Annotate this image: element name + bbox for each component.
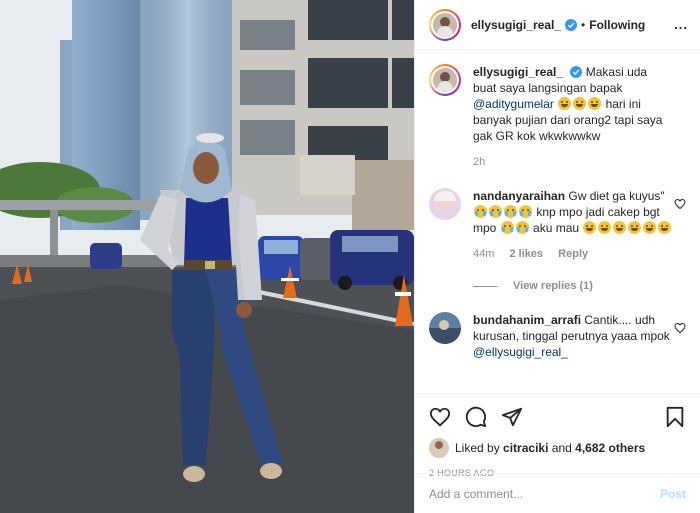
caption-username[interactable]: ellysugigi_real_ bbox=[473, 65, 563, 79]
grin-emoji-icon bbox=[588, 97, 602, 110]
comment: bundahanim_arrafi Cantik.... udh kurusan… bbox=[429, 312, 686, 360]
caption-mention[interactable]: @aditygumelar bbox=[473, 97, 554, 111]
laugh-emoji-icon bbox=[613, 221, 627, 234]
verified-badge-icon bbox=[565, 18, 578, 31]
liker-username[interactable]: citraciki bbox=[503, 441, 548, 455]
likes-summary: Liked by citraciki and 4,682 others bbox=[429, 438, 686, 458]
laugh-emoji-icon bbox=[598, 221, 612, 234]
share-send-icon[interactable] bbox=[501, 406, 523, 428]
replies-divider bbox=[473, 285, 497, 287]
bookmark-save-icon[interactable] bbox=[664, 406, 686, 428]
caption-meta: 2h bbox=[473, 154, 673, 170]
crying-emoji-icon bbox=[500, 221, 514, 234]
comment-likes[interactable]: 2 likes bbox=[509, 248, 543, 260]
author-username[interactable]: ellysugigi_real_ bbox=[471, 18, 561, 32]
comment: nandanyaraihan Gw diet ga kuyus" knp mpo… bbox=[429, 188, 686, 262]
like-comment-heart-icon[interactable] bbox=[674, 322, 686, 334]
comment-mention[interactable]: @ellysugigi_real_ bbox=[473, 345, 568, 359]
commenter-avatar[interactable] bbox=[429, 312, 461, 344]
header-separator: • bbox=[581, 17, 586, 32]
photo-illustration bbox=[0, 0, 414, 513]
following-button[interactable]: Following bbox=[589, 18, 645, 32]
crying-emoji-icon bbox=[515, 221, 529, 234]
add-comment-input[interactable]: Add a comment... bbox=[429, 487, 523, 501]
comment-meta: 44m 2 likes Reply bbox=[473, 246, 673, 262]
comment-text-3: aku mau bbox=[533, 221, 580, 235]
liker-avatar[interactable] bbox=[429, 438, 449, 458]
comment-username[interactable]: nandanyaraihan bbox=[473, 189, 565, 203]
likes-prefix: Liked by bbox=[455, 441, 500, 455]
like-heart-icon[interactable] bbox=[429, 406, 451, 428]
likes-connector: and bbox=[551, 441, 572, 455]
comment-text-1: Gw diet ga kuyus" bbox=[568, 189, 665, 203]
action-icons bbox=[429, 404, 686, 430]
crying-emoji-icon bbox=[504, 205, 517, 218]
laugh-emoji-icon bbox=[628, 221, 642, 234]
laugh-emoji-icon bbox=[583, 221, 597, 234]
instagram-post: ellysugigi_real_ • Following ... ellysug… bbox=[0, 0, 700, 513]
reply-button[interactable]: Reply bbox=[558, 248, 588, 260]
view-replies-label: View replies (1) bbox=[513, 280, 593, 292]
laugh-emoji-icon bbox=[643, 221, 657, 234]
comment-bubble-icon[interactable] bbox=[465, 406, 487, 428]
comments-list[interactable]: ellysugigi_real_ Makasi uda buat saya la… bbox=[415, 50, 700, 393]
caption-body: ellysugigi_real_ Makasi uda buat saya la… bbox=[473, 64, 673, 170]
post-photo[interactable] bbox=[0, 0, 414, 513]
caption-avatar[interactable] bbox=[429, 64, 461, 96]
comment-body: nandanyaraihan Gw diet ga kuyus" knp mpo… bbox=[473, 188, 673, 262]
post-comment-button[interactable]: Post bbox=[660, 487, 686, 501]
crying-emoji-icon bbox=[489, 205, 502, 218]
grin-emoji-icon bbox=[573, 97, 587, 110]
more-options-icon[interactable]: ... bbox=[674, 17, 688, 32]
likes-others-count[interactable]: 4,682 others bbox=[575, 441, 645, 455]
post-header: ellysugigi_real_ • Following ... bbox=[415, 0, 700, 50]
verified-badge-icon bbox=[570, 66, 583, 78]
author-avatar[interactable] bbox=[429, 8, 461, 41]
like-comment-heart-icon[interactable] bbox=[674, 198, 686, 210]
laugh-emoji-icon bbox=[658, 221, 672, 234]
crying-emoji-icon bbox=[519, 205, 532, 218]
caption-time[interactable]: 2h bbox=[473, 156, 485, 168]
grin-emoji-icon bbox=[558, 97, 572, 110]
comment-username[interactable]: bundahanim_arrafi bbox=[473, 313, 581, 327]
crying-emoji-icon bbox=[474, 205, 487, 218]
add-comment-bar: Add a comment... Post bbox=[415, 473, 700, 513]
commenter-avatar[interactable] bbox=[429, 188, 461, 220]
caption: ellysugigi_real_ Makasi uda buat saya la… bbox=[429, 64, 686, 170]
comment-time[interactable]: 44m bbox=[473, 248, 494, 260]
comment-body: bundahanim_arrafi Cantik.... udh kurusan… bbox=[473, 312, 673, 360]
post-side-panel: ellysugigi_real_ • Following ... ellysug… bbox=[414, 0, 700, 513]
view-replies-button[interactable]: View replies (1) bbox=[473, 280, 686, 292]
